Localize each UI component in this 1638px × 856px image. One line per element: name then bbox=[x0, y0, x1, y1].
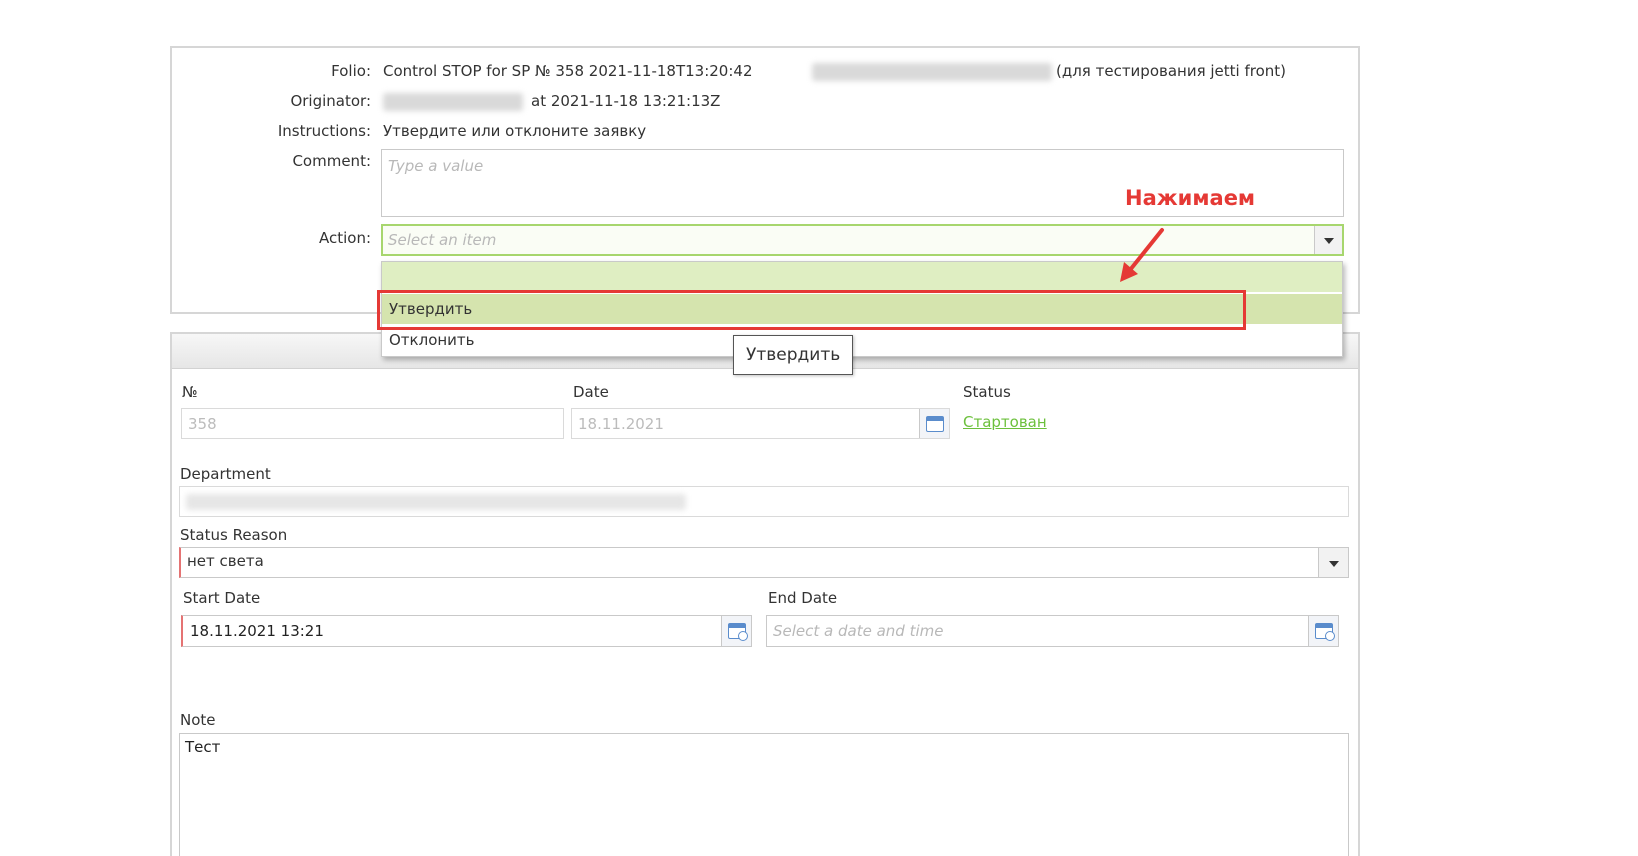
note-value: Тест bbox=[185, 738, 221, 756]
note-label: Note bbox=[180, 711, 216, 729]
folio-text: Control STOP for SP № 358 2021-11-18T13:… bbox=[383, 62, 753, 80]
calendar-clock-icon bbox=[727, 623, 748, 641]
folio-redacted bbox=[812, 63, 1052, 81]
start-date-label: Start Date bbox=[183, 589, 261, 607]
end-date-picker-button[interactable] bbox=[1308, 616, 1338, 646]
status-reason-value: нет света bbox=[187, 552, 264, 570]
action-label: Action: bbox=[318, 229, 371, 247]
comment-placeholder: Type a value bbox=[388, 157, 484, 175]
calendar-clock-icon bbox=[1314, 623, 1335, 641]
action-option-reject-label: Отклонить bbox=[389, 331, 475, 349]
number-input[interactable]: 358 bbox=[181, 408, 564, 439]
number-label: № bbox=[182, 383, 198, 401]
status-link[interactable]: Стартован bbox=[963, 413, 1047, 431]
end-date-input[interactable]: Select a date and time bbox=[766, 615, 1339, 647]
tooltip-text: Утвердить bbox=[746, 345, 841, 365]
department-label: Department bbox=[180, 465, 271, 483]
annotation-arrow-icon bbox=[1120, 228, 1164, 282]
status-reason-label: Status Reason bbox=[180, 526, 288, 544]
tooltip: Утвердить bbox=[733, 335, 854, 375]
end-date-placeholder: Select a date and time bbox=[773, 622, 944, 640]
start-date-value: 18.11.2021 13:21 bbox=[190, 622, 324, 640]
originator-redacted bbox=[383, 93, 523, 111]
status-label: Status bbox=[963, 383, 1011, 401]
status-reason-select[interactable]: нет света bbox=[179, 547, 1349, 578]
date-label: Date bbox=[573, 383, 609, 401]
action-dropdown-button[interactable] bbox=[1314, 226, 1342, 254]
department-redacted bbox=[186, 494, 686, 510]
folio-suffix: (для тестирования jetti front) bbox=[1056, 62, 1287, 80]
comment-label: Comment: bbox=[292, 152, 371, 170]
annotation-highlight-box bbox=[377, 290, 1246, 330]
end-date-label: End Date bbox=[768, 589, 838, 607]
instructions-text: Утвердите или отклоните заявку bbox=[383, 122, 647, 140]
folio-label: Folio: bbox=[331, 62, 371, 80]
department-input[interactable] bbox=[179, 486, 1349, 517]
start-date-picker-button[interactable] bbox=[721, 616, 751, 646]
date-picker-button[interactable] bbox=[919, 409, 949, 438]
annotation-text: Нажимаем bbox=[1125, 186, 1256, 210]
status-reason-dropdown-button[interactable] bbox=[1318, 548, 1348, 577]
action-placeholder: Select an item bbox=[388, 231, 497, 249]
note-textarea[interactable]: Тест bbox=[179, 733, 1349, 856]
action-option-reject[interactable]: Отклонить bbox=[382, 326, 1342, 356]
number-value: 358 bbox=[188, 415, 217, 433]
action-option-empty[interactable] bbox=[382, 262, 1342, 292]
date-input[interactable]: 18.11.2021 bbox=[571, 408, 950, 439]
action-select[interactable]: Select an item bbox=[381, 224, 1344, 256]
instructions-label: Instructions: bbox=[277, 122, 371, 140]
calendar-icon bbox=[925, 415, 944, 432]
originator-label: Originator: bbox=[290, 92, 371, 110]
start-date-input[interactable]: 18.11.2021 13:21 bbox=[181, 615, 752, 647]
date-value: 18.11.2021 bbox=[578, 415, 664, 433]
originator-at: at 2021-11-18 13:21:13Z bbox=[531, 92, 721, 110]
